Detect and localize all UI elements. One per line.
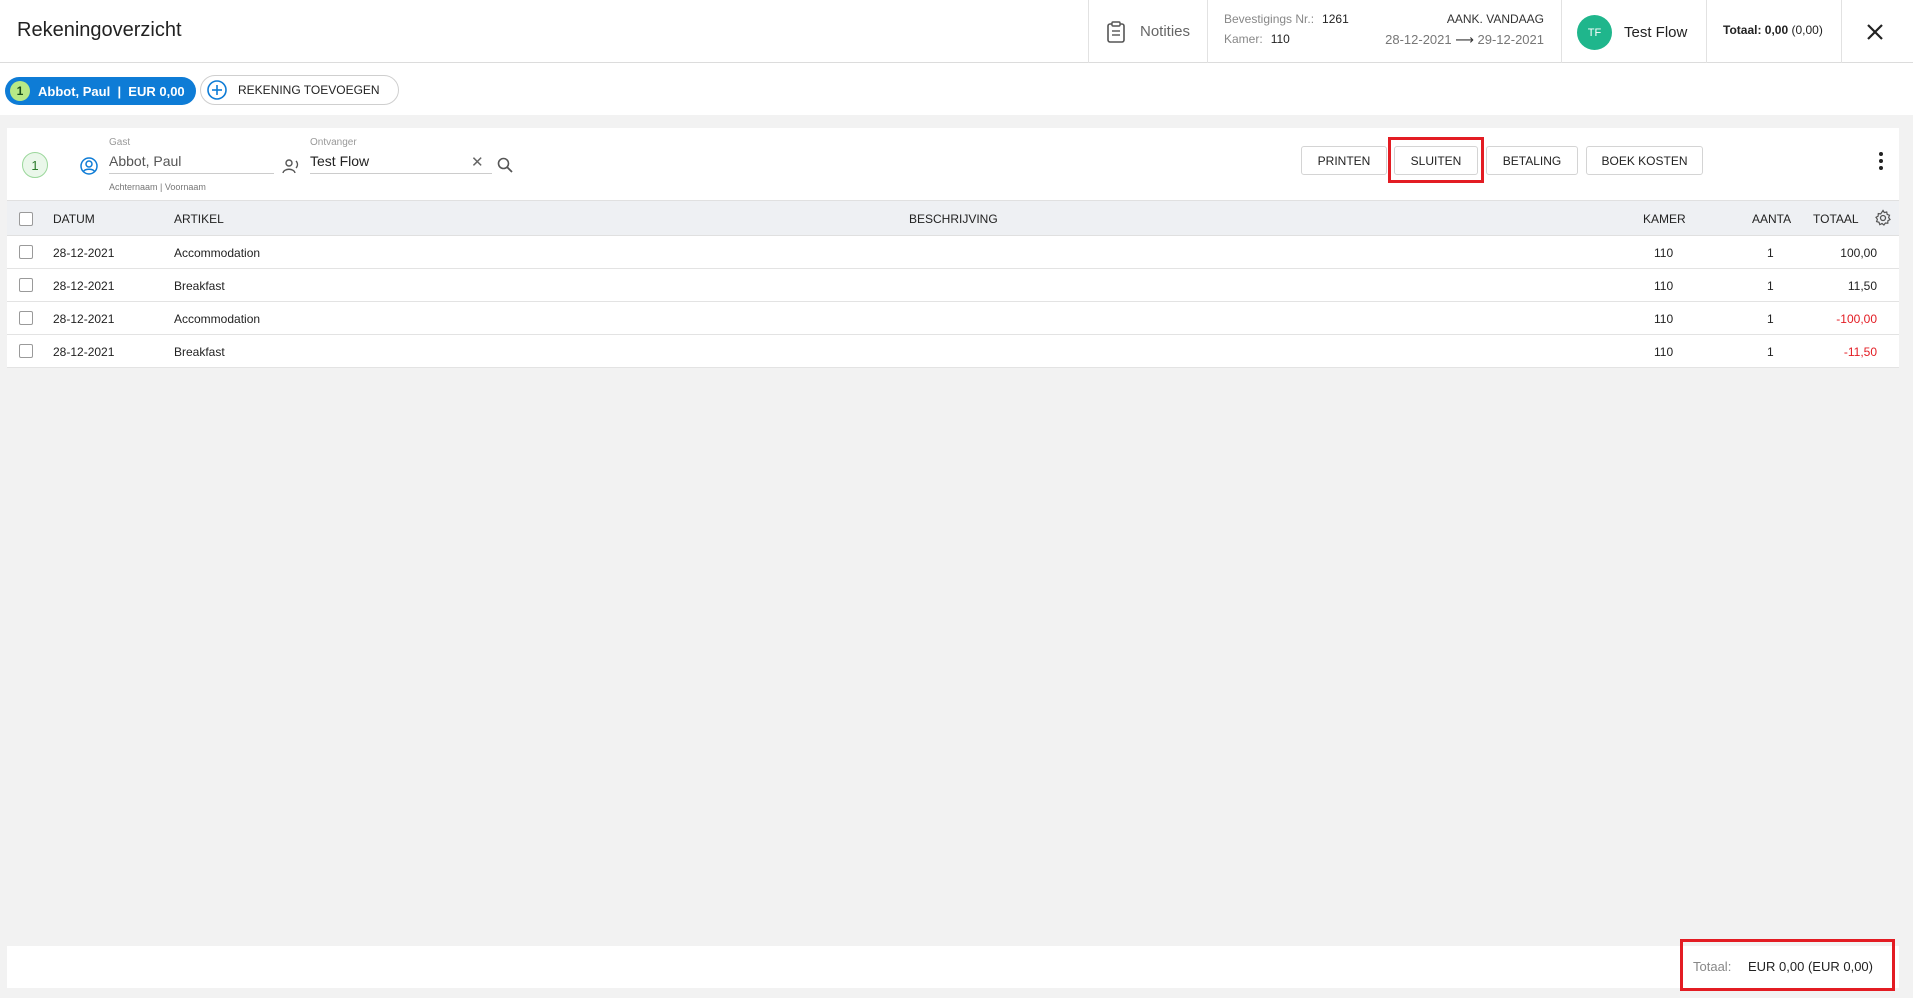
row-checkbox[interactable] — [19, 245, 33, 259]
receiver-label: Ontvanger — [310, 137, 357, 148]
add-account-button[interactable]: REKENING TOEVOEGEN — [200, 75, 399, 105]
close-icon — [1867, 24, 1883, 40]
highlight-box — [1680, 939, 1895, 991]
column-article[interactable]: ARTIKEL — [174, 212, 224, 226]
header-divider — [1561, 0, 1562, 63]
cell-total: -100,00 — [1836, 312, 1877, 326]
user-name: Test Flow — [1624, 24, 1688, 41]
add-account-label: REKENING TOEVOEGEN — [238, 83, 380, 97]
guest-input[interactable]: Abbot, Paul — [109, 148, 274, 174]
book-costs-button[interactable]: BOEK KOSTEN — [1586, 146, 1703, 175]
more-vertical-icon[interactable] — [1874, 150, 1888, 172]
cell-total: 11,50 — [1847, 279, 1877, 293]
account-tab-active[interactable]: 1 Abbot, Paul | EUR 0,00 — [5, 77, 196, 105]
header-total-secondary: (0,00) — [1791, 23, 1823, 37]
user-circle-icon — [80, 157, 98, 175]
booking-info: Bevestigings Nr.: 1261 Kamer: 110 AANK. … — [1224, 12, 1544, 52]
header-total-value: 0,00 — [1764, 23, 1789, 37]
table-row[interactable]: 28-12-2021 Breakfast 110 1 -11,50 — [7, 335, 1899, 368]
cell-date: 28-12-2021 — [53, 246, 115, 260]
header-divider — [1207, 0, 1208, 63]
clipboard-icon — [1107, 20, 1125, 43]
search-icon[interactable] — [496, 156, 514, 174]
table-body: 28-12-2021 Accommodation 110 1 100,00 28… — [7, 236, 1899, 368]
cell-total: -11,50 — [1843, 345, 1877, 359]
account-tab-label: Abbot, Paul | EUR 0,00 — [38, 83, 185, 99]
cell-qty: 1 — [1767, 345, 1774, 359]
header-total: Totaal: 0,00 (0,00) — [1723, 23, 1823, 37]
table-row[interactable]: 28-12-2021 Accommodation 110 1 -100,00 — [7, 302, 1899, 335]
date-to: 29-12-2021 — [1477, 32, 1545, 47]
account-number: 1 — [10, 81, 30, 101]
cell-room: 110 — [1654, 279, 1674, 293]
select-all-checkbox[interactable] — [19, 212, 33, 226]
cell-article: Accommodation — [174, 312, 261, 326]
plus-circle-icon — [207, 80, 227, 100]
header: Rekeningoverzicht Notities Bevestigings … — [0, 0, 1913, 63]
cell-room: 110 — [1654, 246, 1674, 260]
cell-qty: 1 — [1767, 246, 1774, 260]
header-divider — [1841, 0, 1842, 63]
cell-article: Accommodation — [174, 246, 261, 260]
avatar: TF — [1577, 15, 1612, 50]
table-header: DATUM ARTIKEL BESCHRIJVING KAMER AANTA T… — [7, 200, 1899, 236]
date-from: 28-12-2021 — [1385, 32, 1452, 47]
cell-room: 110 — [1654, 312, 1674, 326]
user-badge[interactable]: TF Test Flow — [1577, 15, 1687, 50]
page-title: Rekeningoverzicht — [17, 19, 182, 41]
row-checkbox[interactable] — [19, 311, 33, 325]
room-number: 110 — [1270, 32, 1290, 46]
account-panel-toolbar: 1 Gast Abbot, Paul Achternaam | Voornaam… — [7, 128, 1899, 200]
cell-qty: 1 — [1767, 312, 1774, 326]
arrival-status: AANK. VANDAAG — [1446, 12, 1544, 26]
table-row[interactable]: 28-12-2021 Accommodation 110 1 100,00 — [7, 236, 1899, 269]
column-room[interactable]: KAMER — [1643, 212, 1686, 226]
payment-button[interactable]: BETALING — [1486, 146, 1578, 175]
panel-footer: Totaal: EUR 0,00 (EUR 0,00) — [7, 946, 1899, 988]
cell-article: Breakfast — [174, 279, 225, 293]
date-arrow: ⟶ — [1455, 32, 1474, 47]
guest-hint: Achternaam | Voornaam — [109, 182, 206, 192]
room-label: Kamer: — [1224, 32, 1263, 46]
column-description[interactable]: BESCHRIJVING — [909, 212, 998, 226]
column-total[interactable]: TOTAAL — [1813, 212, 1859, 226]
receiver-input[interactable]: Test Flow — [310, 148, 492, 174]
booking-number: 1261 — [1322, 12, 1349, 26]
close-button[interactable] — [1860, 17, 1890, 47]
guest-label: Gast — [109, 137, 131, 148]
clear-icon[interactable]: ✕ — [471, 155, 485, 170]
cell-date: 28-12-2021 — [53, 312, 115, 326]
notes-button[interactable]: Notities — [1089, 0, 1207, 63]
account-panel: 1 Gast Abbot, Paul Achternaam | Voornaam… — [7, 128, 1899, 988]
column-qty[interactable]: AANTA — [1752, 212, 1794, 226]
booking-number-label: Bevestigings Nr.: — [1224, 12, 1315, 26]
highlight-box — [1388, 137, 1484, 183]
row-checkbox[interactable] — [19, 344, 33, 358]
cell-date: 28-12-2021 — [53, 345, 115, 359]
cell-qty: 1 — [1767, 279, 1774, 293]
header-divider — [1706, 0, 1707, 63]
cell-date: 28-12-2021 — [53, 279, 115, 293]
cell-total: 100,00 — [1840, 246, 1877, 260]
gear-icon[interactable] — [1874, 209, 1892, 227]
cell-article: Breakfast — [174, 345, 225, 359]
stay-dates: 28-12-2021 ⟶ 29-12-2021 — [1385, 32, 1544, 48]
table-row[interactable]: 28-12-2021 Breakfast 110 1 11,50 — [7, 269, 1899, 302]
print-button[interactable]: PRINTEN — [1301, 146, 1387, 175]
header-total-label: Totaal: — [1723, 23, 1762, 37]
notes-label: Notities — [1139, 23, 1191, 40]
column-date[interactable]: DATUM — [53, 212, 95, 226]
row-checkbox[interactable] — [19, 278, 33, 292]
cell-room: 110 — [1654, 345, 1674, 359]
account-panel-number: 1 — [22, 152, 48, 178]
account-tabs: 1 Abbot, Paul | EUR 0,00 REKENING TOEVOE… — [0, 63, 1913, 115]
receiver-icon — [282, 159, 299, 174]
